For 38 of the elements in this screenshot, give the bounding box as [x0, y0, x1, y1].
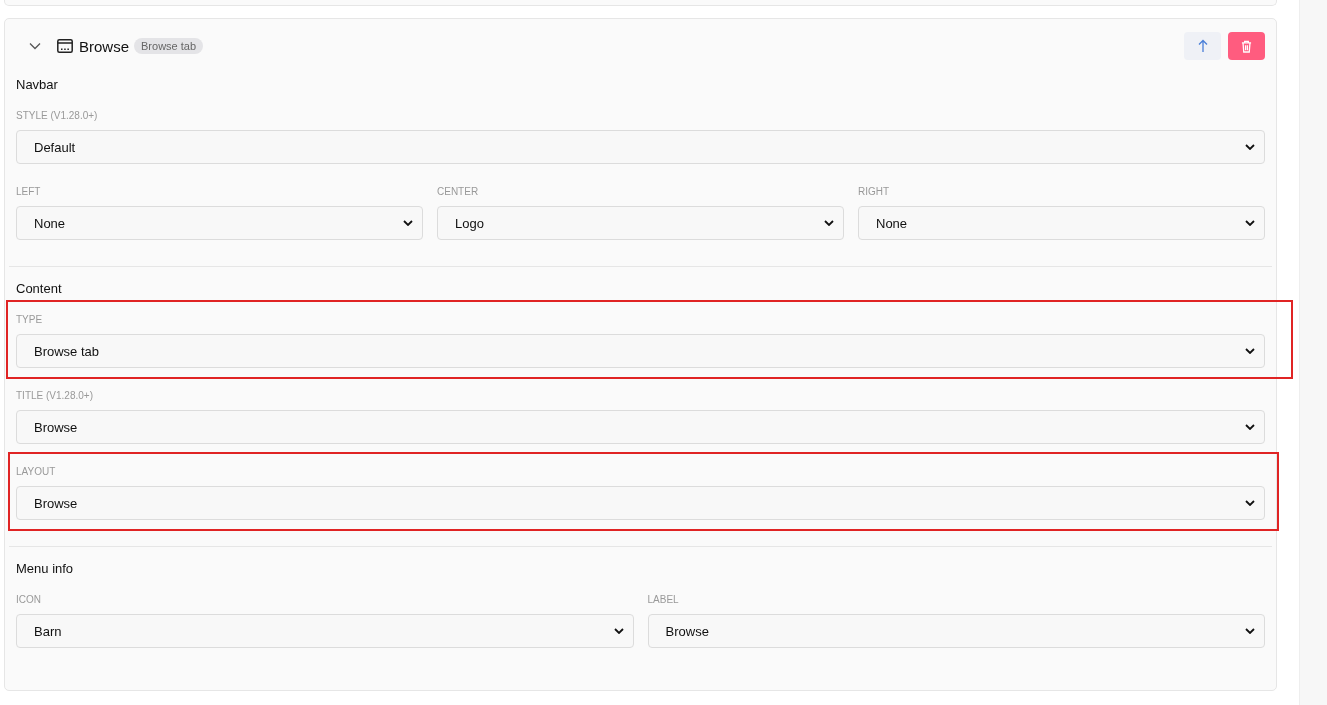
- arrow-up-icon: [1197, 39, 1208, 53]
- card-title: Browse: [79, 37, 130, 55]
- chevron-down-icon: [1245, 220, 1255, 226]
- chevron-down-icon: [1245, 348, 1255, 354]
- delete-button[interactable]: [1228, 32, 1265, 60]
- type-badge: Browse tab: [134, 38, 204, 54]
- chevron-down-icon: [824, 220, 834, 226]
- move-up-button[interactable]: [1184, 32, 1221, 60]
- select-field[interactable]: Logo: [437, 206, 844, 240]
- select-field[interactable]: Barn: [16, 614, 634, 648]
- chevron-icon[interactable]: [29, 42, 41, 50]
- chevron-down-icon: [1245, 500, 1255, 506]
- field-label: ICON: [16, 594, 42, 605]
- field-label: LABEL: [647, 594, 680, 605]
- trash-icon: [1241, 39, 1252, 53]
- field-label: TITLE (V1.28.0+): [16, 390, 94, 401]
- field-label: TYPE: [16, 314, 44, 325]
- select-field[interactable]: Default: [16, 130, 1265, 164]
- chevron-down-icon: [1245, 424, 1255, 430]
- section-title: Content: [16, 281, 63, 296]
- select-field[interactable]: Browse tab: [16, 334, 1265, 368]
- chevron-down-icon: [1245, 144, 1255, 150]
- chevron-down-icon: [613, 628, 624, 634]
- section-title: Navbar: [16, 77, 59, 92]
- select-field[interactable]: None: [16, 206, 423, 240]
- select-field[interactable]: None: [858, 206, 1265, 240]
- field-label: LEFT: [16, 186, 42, 197]
- window-icon: [57, 39, 73, 53]
- select-field[interactable]: Browse: [16, 410, 1265, 444]
- field-label: LAYOUT: [16, 466, 57, 477]
- select-field[interactable]: Browse: [647, 614, 1266, 648]
- select-field[interactable]: Browse: [16, 486, 1265, 520]
- field-label: CENTER: [437, 186, 480, 197]
- field-label: STYLE (V1.28.0+): [16, 110, 99, 121]
- chevron-down-icon: [1245, 628, 1256, 634]
- chevron-down-icon: [403, 220, 413, 226]
- field-label: RIGHT: [858, 186, 891, 197]
- section-title: Menu info: [16, 561, 75, 576]
